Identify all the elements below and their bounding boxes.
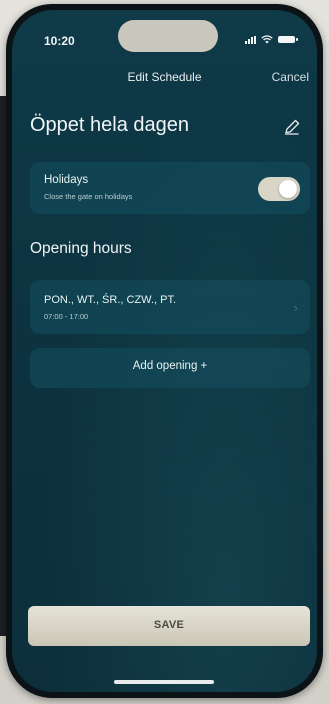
battery-icon (278, 36, 298, 43)
opening-time-range: 07:00 - 17:00 (44, 312, 89, 321)
signal-icon (245, 35, 256, 44)
stage: 10:20 Edit Schedule Cancel Öppet hela da… (0, 0, 329, 704)
add-opening-label: Add opening + (132, 360, 208, 372)
holidays-title: Holidays (44, 174, 89, 186)
status-icons (245, 35, 298, 44)
home-indicator (114, 680, 214, 684)
save-button[interactable]: SAVE (28, 606, 310, 646)
opening-hours-item[interactable]: PON., WT., ŚR., CZW., PT. 07:00 - 17:00 … (30, 280, 310, 334)
phone-screen: 10:20 Edit Schedule Cancel Öppet hela da… (12, 10, 317, 692)
add-opening-button[interactable]: Add opening + (30, 348, 310, 388)
toggle-knob (279, 180, 297, 198)
opening-hours-title: Opening hours (30, 240, 132, 257)
opening-days: PON., WT., ŚR., CZW., PT. (44, 294, 177, 306)
wifi-icon (261, 35, 273, 44)
holidays-toggle[interactable] (258, 177, 300, 201)
save-label: SAVE (153, 619, 185, 631)
holidays-card: Holidays Close the gate on holidays (30, 162, 310, 214)
dynamic-island (118, 20, 218, 52)
holidays-subtitle: Close the gate on holidays (44, 192, 133, 201)
cancel-button[interactable]: Cancel (272, 70, 309, 84)
status-time: 10:20 (44, 34, 75, 48)
phone-frame: 10:20 Edit Schedule Cancel Öppet hela da… (6, 4, 323, 698)
page-title: Öppet hela dagen (30, 114, 190, 136)
chevron-right-icon: › (293, 300, 298, 315)
pencil-icon[interactable] (282, 117, 302, 137)
